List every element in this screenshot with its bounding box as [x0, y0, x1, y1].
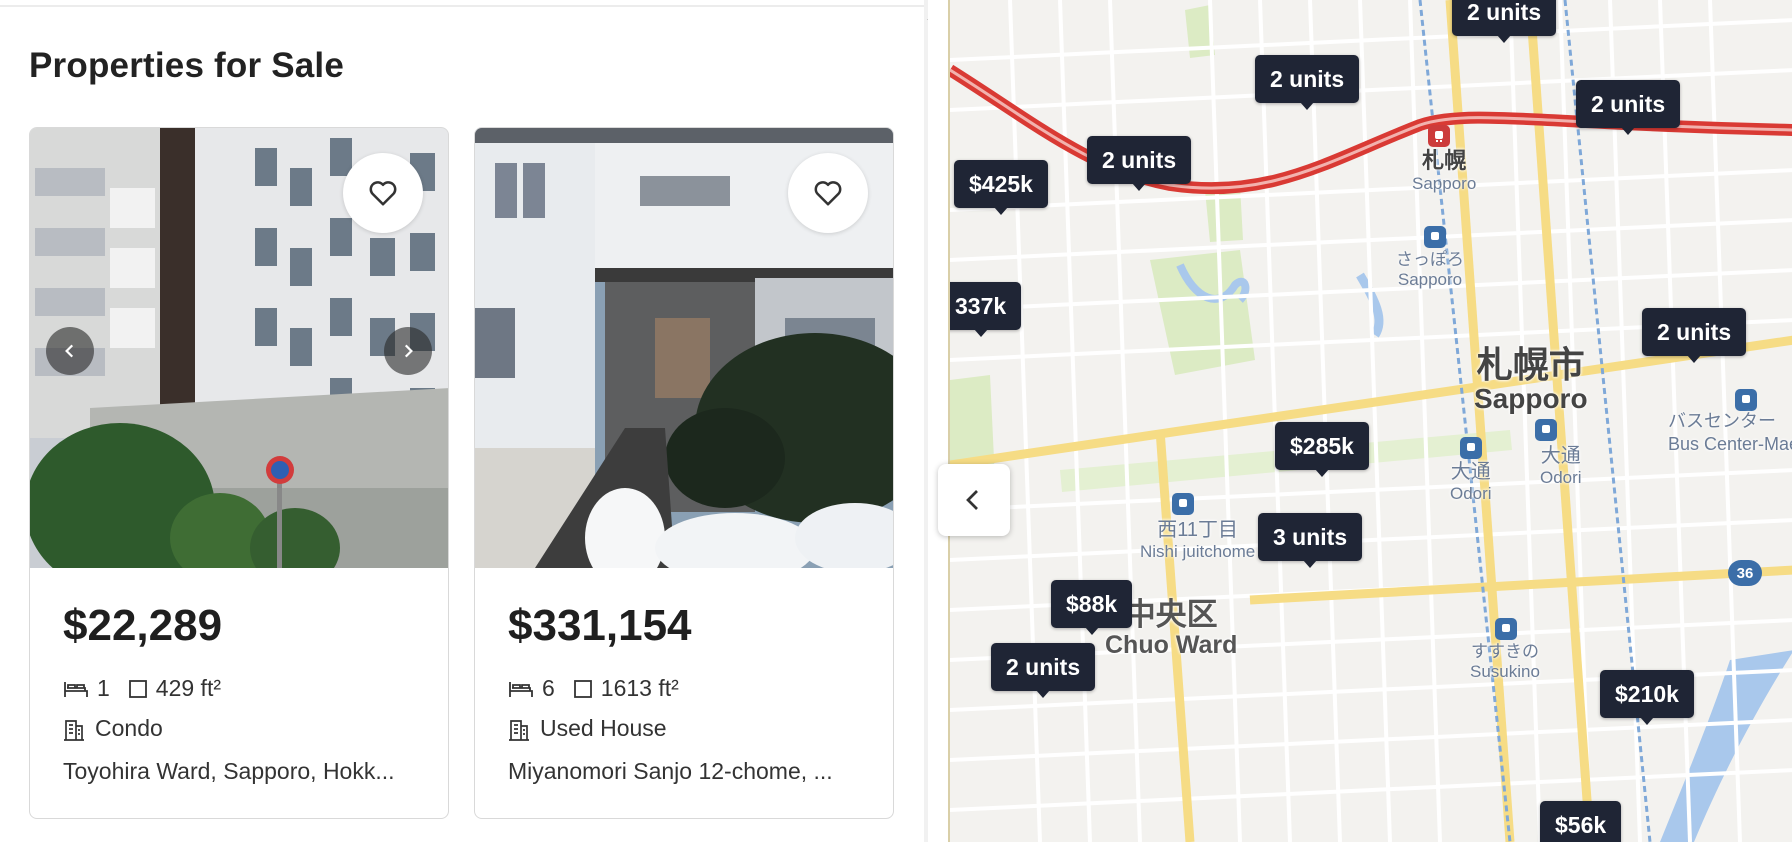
- listing-address: Toyohira Ward, Sapporo, Hokk...: [63, 758, 395, 784]
- bus-station-icon[interactable]: [1735, 389, 1757, 411]
- map-label-sapporo-station: 札幌 Sapporo: [1412, 148, 1477, 194]
- chevron-left-icon: [966, 490, 978, 510]
- scrollbar-track[interactable]: [924, 0, 928, 842]
- map-price-pin[interactable]: $88k: [1051, 580, 1133, 635]
- favorite-button[interactable]: [343, 153, 423, 233]
- map-price-pin[interactable]: 2 units: [1576, 80, 1681, 135]
- jr-station-icon[interactable]: [1428, 125, 1450, 147]
- listing-specs: 1 429 ft²: [63, 675, 221, 702]
- listing-address: Miyanomori Sanjo 12-chome, ...: [508, 758, 833, 784]
- bedroom-count: 1: [97, 675, 110, 701]
- listing-price: $22,289: [63, 601, 223, 650]
- heart-outline-icon: [369, 181, 397, 206]
- map-price-pin[interactable]: 2 units: [1087, 136, 1192, 191]
- listing-price: $331,154: [508, 601, 692, 650]
- chevron-left-icon: [65, 344, 74, 358]
- chevron-right-icon: [404, 344, 413, 358]
- bedroom-count: 6: [542, 675, 555, 701]
- map-price-pin[interactable]: $285k: [1275, 422, 1369, 477]
- photo-next-button[interactable]: [384, 327, 432, 375]
- heart-outline-icon: [814, 181, 842, 206]
- building-icon: [63, 717, 85, 741]
- divider: [0, 5, 924, 7]
- property-type: Condo: [63, 715, 163, 742]
- map-label-sapporo-subway: さっぽろ Sapporo: [1396, 250, 1464, 290]
- map-label-odori-east: 大通 Odori: [1540, 445, 1582, 487]
- subway-station-icon[interactable]: [1460, 437, 1482, 459]
- property-type: Used House: [508, 715, 667, 742]
- map[interactable]: 36 札幌 Sapporo さっぽろ Sapporo 札幌市 Sapporo 大…: [948, 0, 1792, 842]
- map-label-nishi11: 西11丁目 Nishi juitchome: [1140, 519, 1256, 561]
- listing-panel: Properties for Sale $22,289 1 429 ft² Co…: [0, 0, 928, 842]
- listing-specs: 6 1613 ft²: [508, 675, 679, 702]
- map-price-pin[interactable]: $210k: [1600, 670, 1694, 725]
- map-price-pin[interactable]: 2 units: [1255, 55, 1360, 110]
- building-icon: [508, 717, 530, 741]
- page-title: Properties for Sale: [29, 46, 345, 85]
- map-price-pin[interactable]: $425k: [954, 160, 1048, 215]
- subway-station-icon[interactable]: [1495, 618, 1517, 640]
- floor-area: 429 ft²: [155, 675, 222, 701]
- bed-icon: [508, 679, 534, 699]
- bed-icon: [63, 679, 89, 699]
- floor-area: 1613 ft²: [600, 675, 679, 701]
- photo-prev-button[interactable]: [46, 327, 94, 375]
- collapse-panel-button[interactable]: [938, 464, 1010, 536]
- favorite-button[interactable]: [788, 153, 868, 233]
- route-number-badge: 36: [1728, 560, 1762, 586]
- map-label-city: 札幌市 Sapporo: [1474, 344, 1588, 414]
- map-label-susukino: すすきの Susukino: [1470, 642, 1540, 682]
- subway-station-icon[interactable]: [1424, 226, 1446, 248]
- map-price-pin[interactable]: 2 units: [1452, 0, 1557, 43]
- map-price-pin[interactable]: 337k: [950, 282, 1022, 337]
- square-icon: [573, 679, 593, 699]
- map-price-pin[interactable]: $56k: [1540, 801, 1622, 842]
- property-type-label: Used House: [540, 715, 667, 741]
- map-label-bus-center: バスセンター Bus Center-Mae: [1668, 411, 1792, 455]
- map-label-odori-west: 大通 Odori: [1450, 461, 1492, 503]
- listing-card[interactable]: $22,289 1 429 ft² Condo Toyohira Ward, S…: [29, 127, 449, 819]
- listing-card[interactable]: $331,154 6 1613 ft² Used House Miyanomor…: [474, 127, 894, 819]
- listing-photo[interactable]: [475, 128, 893, 568]
- square-icon: [128, 679, 148, 699]
- subway-station-icon[interactable]: [1172, 493, 1194, 515]
- scroll-up-arrow[interactable]: [927, 10, 928, 20]
- listing-photo[interactable]: [30, 128, 448, 568]
- map-price-pin[interactable]: 2 units: [991, 643, 1096, 698]
- property-type-label: Condo: [95, 715, 163, 741]
- map-price-pin[interactable]: 3 units: [1258, 513, 1363, 568]
- map-price-pin[interactable]: 2 units: [1642, 308, 1747, 363]
- subway-station-icon[interactable]: [1535, 419, 1557, 441]
